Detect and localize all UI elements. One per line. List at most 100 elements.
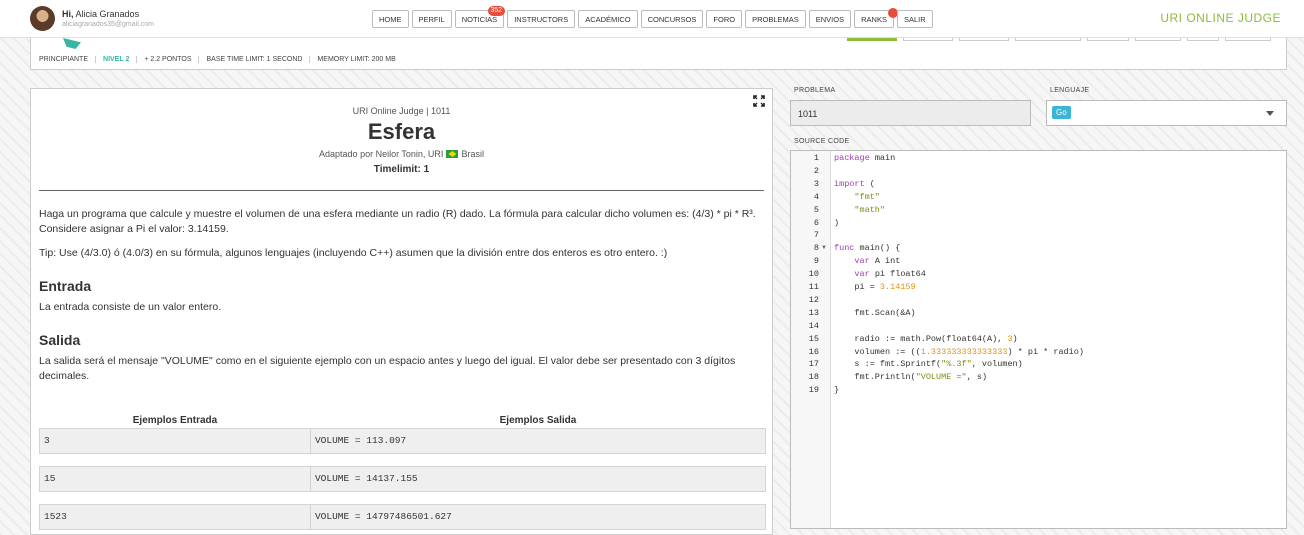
line-number: 11 [808, 282, 819, 292]
nav-button-label: PERFIL [418, 14, 445, 24]
line-number: 12 [808, 294, 819, 305]
fold-arrow-icon[interactable]: ▼ [821, 245, 827, 251]
line-number: 19 [808, 385, 819, 396]
nav-problemas-button[interactable]: PROBLEMAS [745, 10, 806, 28]
user-name[interactable]: Alicia Granados [76, 9, 140, 19]
table-row: 1523 VOLUME = 14797486501.627 [39, 503, 767, 530]
code-line[interactable]: var pi float64 [834, 269, 925, 279]
memory-limit-label: MEMORY LIMIT: 200 MB [317, 55, 396, 63]
nav-ranks-button[interactable]: RANKS [854, 8, 898, 28]
nav-instructors-button[interactable]: INSTRUCTORS [507, 10, 576, 28]
brand-logo[interactable]: URI ONLINE JUDGE [1160, 11, 1281, 25]
category-label: PRINCIPIANTE [39, 55, 97, 63]
code-line[interactable]: radio := math.Pow(float64(A), 3) [834, 334, 1017, 344]
problem-info-bar: PRINCIPIANTE NIVEL 2 + 2.2 PONTOS BASE T… [30, 38, 1287, 70]
nav-button-label: RANKS [861, 14, 887, 24]
nav-perfil-button[interactable]: PERFIL [411, 10, 452, 28]
tab[interactable] [1187, 38, 1219, 41]
tab[interactable] [1225, 38, 1271, 41]
problem-timelimit: Timelimit: 1 [373, 164, 430, 175]
user-greeting: Hi, Alicia Granados [62, 9, 139, 19]
code-line[interactable]: func main() { [834, 243, 900, 253]
nav-salir-button[interactable]: SALIR [896, 10, 933, 28]
example-input: 15 [39, 465, 311, 492]
nav-button-label: ENVIOS [815, 14, 845, 24]
language-field-label: LENGUAJE [1050, 87, 1090, 94]
divider [39, 190, 764, 191]
time-limit-label: BASE TIME LIMIT: 1 SECOND [199, 55, 311, 63]
nav-button-label: ACADÉMICO [585, 14, 631, 24]
code-line[interactable]: package main [834, 153, 895, 163]
code-line[interactable]: fmt.Scan(&A) [834, 308, 915, 318]
code-line[interactable]: import ( [834, 179, 875, 189]
code-line[interactable]: var A int [834, 256, 900, 266]
nav-envios-button[interactable]: ENVIOS [808, 10, 852, 28]
problem-source: URI Online Judge | 1011 [352, 106, 451, 116]
nav-button-label: FORO [713, 14, 736, 24]
greeting-text: Hi, [62, 9, 74, 19]
nav-button-label: CONCURSOS [647, 14, 697, 24]
nav-noticias-button[interactable]: NOTICIAS 352 [454, 6, 506, 28]
code-editor[interactable]: 1 2 3 4 5 6 7 8 ▼ 9 10 11 12 13 14 15 16 17 18 19 package m… [790, 150, 1287, 529]
chevron-down-icon[interactable] [1266, 111, 1274, 116]
input-heading: Entrada [39, 278, 92, 294]
nav-home-button[interactable]: HOME [372, 10, 409, 28]
points-label: + 2.2 PONTOS [137, 55, 200, 63]
nav-button-label: HOME [379, 14, 402, 24]
line-number: 14 [808, 320, 819, 331]
problem-field-label: PROBLEMA [794, 87, 836, 94]
tab[interactable] [1087, 38, 1129, 41]
author-country: Brasil [461, 149, 484, 159]
user-avatar[interactable] [30, 6, 55, 31]
code-line[interactable]: } [834, 385, 839, 395]
line-number: 13 [808, 307, 819, 318]
tab-active[interactable] [847, 38, 897, 41]
code-line[interactable]: s := fmt.Sprintf("%.3f", volumen) [834, 359, 1022, 369]
problem-title: Esfera [367, 119, 436, 144]
output-description: La salida será el mensaje "VOLUME" como … [39, 355, 736, 382]
problem-number-input[interactable]: 1011 [790, 100, 1031, 126]
nav-foro-button[interactable]: FORO [706, 10, 743, 28]
user-email: aliciagranados35@gmail.com [62, 21, 154, 28]
problem-tabs [847, 38, 1271, 41]
expand-icon[interactable] [753, 95, 765, 107]
line-number: 3 [813, 178, 819, 189]
line-number: 9 [813, 256, 819, 267]
code-line[interactable]: "math" [834, 205, 885, 215]
code-line[interactable]: fmt.Println("VOLUME =", s) [834, 372, 987, 382]
category-logo-icon [63, 38, 81, 49]
tab[interactable] [1015, 38, 1081, 41]
examples-input-header: Ejemplos Entrada [132, 415, 218, 427]
code-line[interactable]: pi = 3.14159 [834, 282, 915, 292]
nav-button-label: INSTRUCTORS [514, 14, 569, 24]
line-number: 4 [813, 191, 819, 202]
main-nav: HOME PERFIL NOTICIAS 352 INSTRUCTORS ACADÉMIC… [372, 6, 933, 28]
example-output: VOLUME = 14137.155 [309, 465, 767, 492]
language-select[interactable]: Go [1046, 100, 1287, 126]
output-heading: Salida [39, 332, 81, 348]
tab[interactable] [1135, 38, 1181, 41]
code-line[interactable]: volumen := ((1.333333333333333) * pi * r… [834, 347, 1084, 357]
line-number: 10 [808, 269, 819, 280]
input-description: La entrada consiste de un valor entero. [39, 301, 222, 313]
table-row: 3 VOLUME = 113.097 [39, 427, 767, 454]
example-output: VOLUME = 113.097 [309, 427, 767, 454]
nav-concursos-button[interactable]: CONCURSOS [640, 10, 704, 28]
line-number: 8 [813, 243, 819, 254]
nav-button-label: PROBLEMAS [752, 14, 799, 24]
problem-author: Adaptado por Neilor Tonin, URI Brasil [31, 149, 772, 159]
nav-acad-mico-button[interactable]: ACADÉMICO [578, 10, 638, 28]
example-output: VOLUME = 14797486501.627 [309, 503, 767, 530]
examples-output-header: Ejemplos Salida [499, 415, 577, 427]
line-number: 7 [813, 230, 819, 241]
line-number: 2 [813, 165, 819, 176]
source-code-label: SOURCE CODE [794, 138, 850, 145]
problem-meta: PRINCIPIANTE NIVEL 2 + 2.2 PONTOS BASE T… [31, 49, 1286, 69]
code-line[interactable]: "fmt" [834, 192, 880, 202]
level-label: NIVEL 2 [96, 55, 138, 63]
tab[interactable] [903, 38, 953, 41]
code-line[interactable]: ) [834, 218, 839, 228]
tab[interactable] [959, 38, 1009, 41]
nav-button-label: SALIR [903, 14, 926, 24]
line-number: 17 [808, 359, 819, 370]
